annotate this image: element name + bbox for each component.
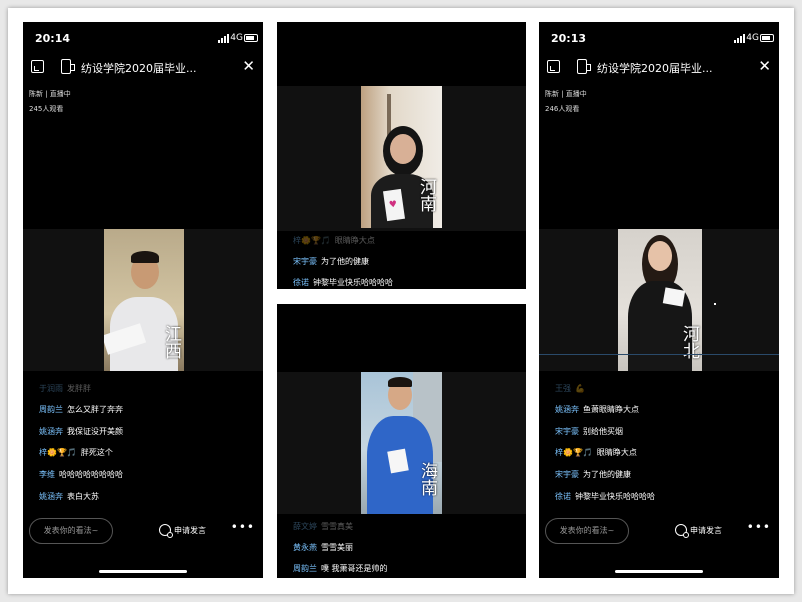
host-status: 陈新 | 直播中 xyxy=(545,90,587,98)
stray-pixel xyxy=(714,303,716,305)
apply-to-speak-label: 申请发言 xyxy=(174,525,206,535)
comment-input[interactable]: 发表你的看法~ xyxy=(29,518,113,544)
close-icon[interactable]: ✕ xyxy=(758,58,771,74)
viewer-count: 245人观看 xyxy=(29,105,64,113)
stream-title: 纺设学院2020届毕业... xyxy=(597,62,713,75)
comment-item: 薛文婷 雪雪真美 xyxy=(293,522,353,531)
video-area[interactable]: 河北 xyxy=(539,229,779,371)
paper-sheet xyxy=(387,448,409,474)
screen-rotate-icon[interactable] xyxy=(577,59,591,74)
comment-item: 于润雨 发胖胖 xyxy=(39,384,91,393)
comment-item: 李维 哈哈哈哈哈哈哈哈 xyxy=(39,470,123,479)
host-status: 陈新 | 直播中 xyxy=(29,90,71,98)
apply-to-speak-button[interactable]: 申请发言 xyxy=(159,524,206,538)
live-stream-screen-3: 海南 薛文婷 雪雪真美 黄永燕 雪雪美丽 周韵兰噗 我萧哥还是帅的 xyxy=(277,304,526,578)
speak-icon xyxy=(159,524,173,538)
comment-item: 梓🌼🏆🎵 眼睛睁大点 xyxy=(555,448,637,457)
viewer-count: 246人观看 xyxy=(545,105,580,113)
title-bar: 纺设学院2020届毕业... ✕ xyxy=(539,56,779,78)
comment-item: 徐诺 钟黎毕业快乐哈哈哈哈 xyxy=(293,278,393,287)
title-bar: 纺设学院2020届毕业... ✕ xyxy=(23,56,263,78)
comment-input[interactable]: 发表你的看法~ xyxy=(545,518,629,544)
video-feed: 江西 xyxy=(104,229,184,371)
comment-item: 宋宇豪 为了他的健康 xyxy=(293,257,369,266)
comment-item: 宋宇豪 为了他的健康 xyxy=(555,470,631,479)
bottom-bar: 发表你的看法~ 申请发言 ••• xyxy=(539,512,779,552)
home-indicator[interactable] xyxy=(615,570,703,573)
home-indicator[interactable] xyxy=(99,570,187,573)
bottom-bar: 发表你的看法~ 申请发言 ••• xyxy=(23,512,263,552)
battery-icon xyxy=(244,34,258,42)
video-area[interactable]: ♥ 河南 xyxy=(277,86,526,231)
minimize-window-icon[interactable] xyxy=(547,60,560,73)
apply-to-speak-button[interactable]: 申请发言 xyxy=(675,524,722,538)
comment-item: 王强 💪 xyxy=(555,384,585,393)
video-feed: ♥ 河南 xyxy=(361,86,442,228)
comment-item: 宋宇豪 别给他买烟 xyxy=(555,427,623,436)
battery-icon xyxy=(760,34,774,42)
video-feed: 河北 xyxy=(618,229,702,371)
location-overlay: 河南 xyxy=(416,178,436,212)
person-hair xyxy=(131,251,159,263)
close-icon[interactable]: ✕ xyxy=(242,58,255,74)
clock: 20:14 xyxy=(35,32,71,45)
video-area[interactable]: 江西 xyxy=(23,229,263,371)
speak-icon xyxy=(675,524,689,538)
comment-item: 徐诺 钟黎毕业快乐哈哈哈哈 xyxy=(555,492,655,501)
clock: 20:13 xyxy=(551,32,587,45)
heart-icon: ♥ xyxy=(388,199,398,211)
comment-item: 黄永燕 雪雪美丽 xyxy=(293,543,353,552)
person-head xyxy=(648,241,672,271)
paper-sheet xyxy=(662,287,686,307)
status-bar: 20:13 4G xyxy=(539,22,779,52)
live-stream-screen-2: ♥ 河南 梓🌼🏆🎵 眼睛睁大点 宋宇豪 为了他的健康 徐诺 钟黎毕业快乐哈哈哈哈 xyxy=(277,22,526,289)
signal-icon xyxy=(218,34,229,43)
video-area[interactable]: 海南 xyxy=(277,372,526,514)
video-feed: 海南 xyxy=(361,372,442,514)
stream-title: 纺设学院2020届毕业... xyxy=(81,62,197,75)
network-type: 4G xyxy=(230,33,243,43)
location-overlay: 海南 xyxy=(417,462,437,496)
comment-item: 姚涵奔 表白大苏 xyxy=(39,492,99,501)
network-type: 4G xyxy=(746,33,759,43)
comment-item: 姚涵奔 我保证没开美颜 xyxy=(39,427,123,436)
comment-item: 梓🌼🏆🎵 眼睛睁大点 xyxy=(293,236,375,245)
more-options-icon[interactable]: ••• xyxy=(747,520,771,534)
live-stream-screen-1: 20:14 4G 纺设学院2020届毕业... ✕ 陈新 | 直播中 245人观… xyxy=(23,22,263,578)
person-head xyxy=(390,134,416,164)
status-bar: 20:14 4G xyxy=(23,22,263,52)
comment-item: 周韵兰 怎么又胖了奔奔 xyxy=(39,405,123,414)
signal-icon xyxy=(734,34,745,43)
person-hair xyxy=(388,377,412,387)
more-options-icon[interactable]: ••• xyxy=(231,520,255,534)
progress-track[interactable] xyxy=(539,354,779,355)
location-overlay: 江西 xyxy=(161,325,181,359)
comment-item: 周韵兰噗 我萧哥还是帅的 xyxy=(293,564,388,573)
apply-to-speak-label: 申请发言 xyxy=(690,525,722,535)
comment-item: 梓🌼🏆🎵 胖死这个 xyxy=(39,448,113,457)
live-stream-screen-4: 20:13 4G 纺设学院2020届毕业... ✕ 陈新 | 直播中 246人观… xyxy=(539,22,779,578)
screen-rotate-icon[interactable] xyxy=(61,59,75,74)
minimize-window-icon[interactable] xyxy=(31,60,44,73)
comment-item: 姚涵奔 鱼萧眼睛睁大点 xyxy=(555,405,639,414)
